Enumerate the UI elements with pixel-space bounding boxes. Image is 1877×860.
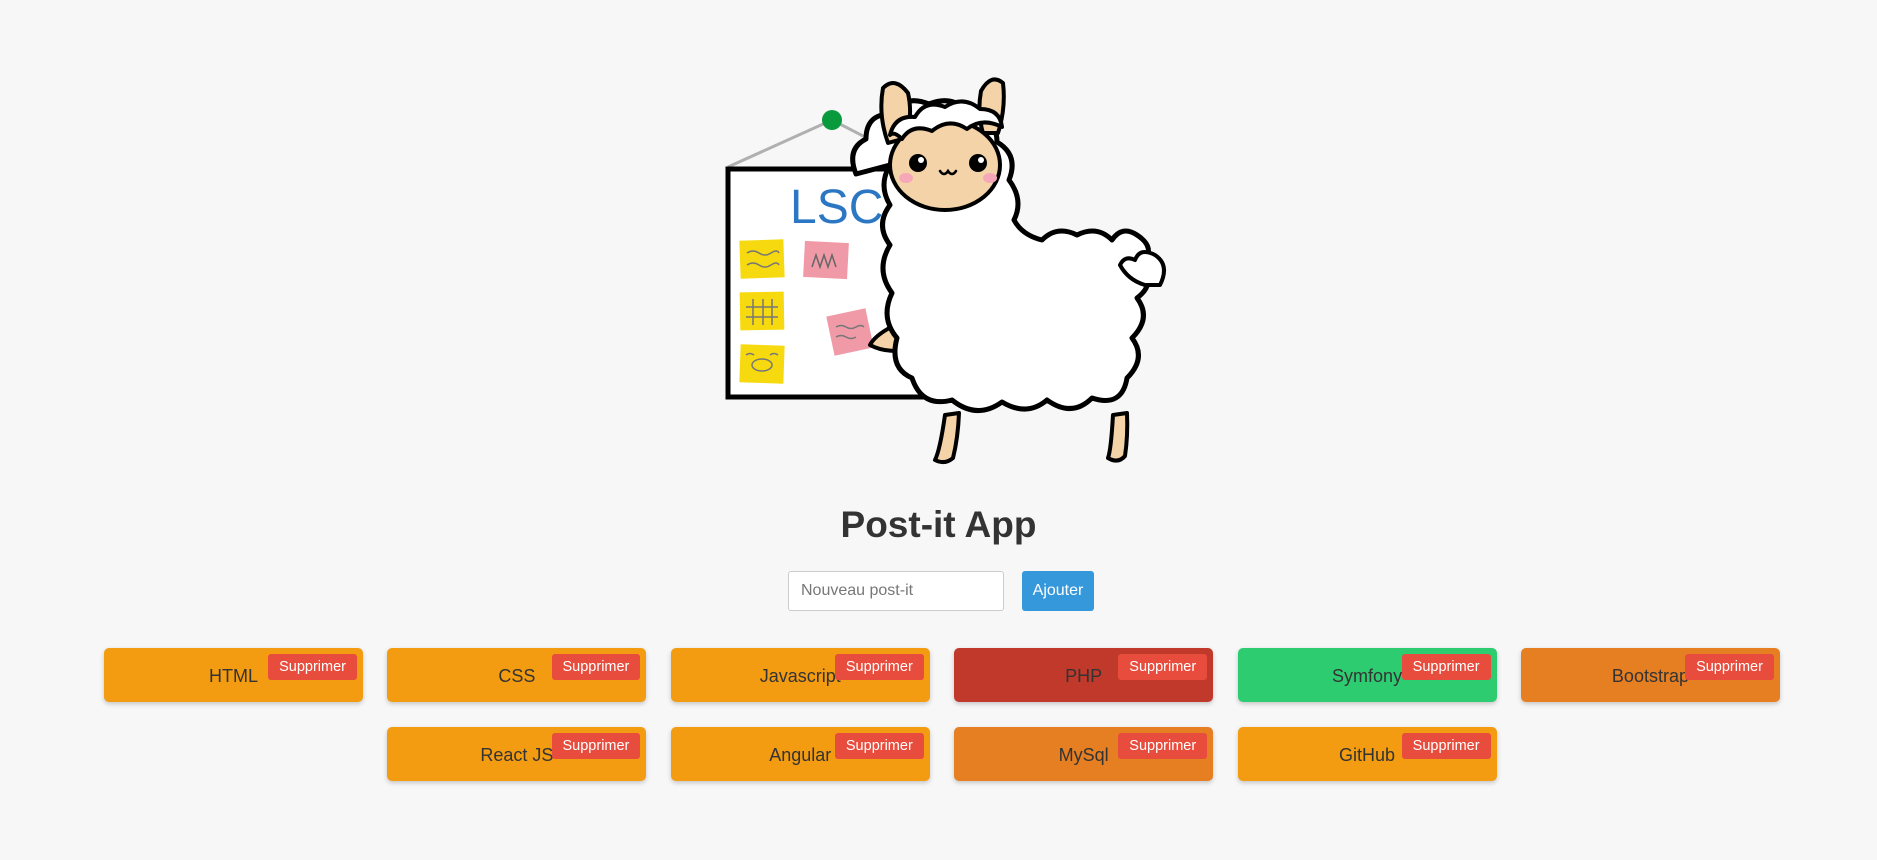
postit-label: Symfony bbox=[1332, 665, 1403, 686]
postit-label: HTML bbox=[209, 665, 258, 686]
add-postit-form: Ajouter bbox=[788, 571, 1094, 611]
postit-card: HTML Supprimer bbox=[104, 648, 363, 702]
delete-button[interactable]: Supprimer bbox=[834, 654, 924, 680]
page-title: Post-it App bbox=[840, 504, 1037, 545]
postit-label: MySql bbox=[1058, 744, 1109, 765]
delete-button[interactable]: Supprimer bbox=[1685, 654, 1774, 680]
sticky-note-icon bbox=[739, 239, 785, 279]
sticky-note-icon bbox=[803, 240, 849, 280]
postit-card: GitHub Supprimer bbox=[1237, 727, 1497, 781]
add-button[interactable]: Ajouter bbox=[1022, 571, 1094, 611]
postit-card: CSS Supprimer bbox=[387, 648, 647, 702]
delete-button[interactable]: Supprimer bbox=[1118, 654, 1208, 680]
delete-button[interactable]: Supprimer bbox=[551, 654, 641, 680]
postit-card: Angular Supprimer bbox=[670, 727, 930, 781]
postit-label: GitHub bbox=[1339, 744, 1396, 765]
postit-card: PHP Supprimer bbox=[954, 648, 1214, 702]
delete-button[interactable]: Supprimer bbox=[1118, 733, 1208, 759]
postit-card: React JS Supprimer bbox=[387, 727, 647, 781]
sticky-note-icon bbox=[826, 308, 874, 356]
page: LSC Post-it App Nouveau post-it Ajouter … bbox=[0, 0, 1877, 860]
sticky-note-icon bbox=[739, 344, 785, 384]
postit-grid: HTML Supprimer CSS Supprimer Javascript Suppr… bbox=[104, 648, 1780, 781]
delete-button[interactable]: Supprimer bbox=[834, 733, 924, 759]
postit-card: MySql Supprimer bbox=[954, 727, 1214, 781]
delete-button[interactable]: Supprimer bbox=[551, 733, 641, 759]
delete-button[interactable]: Supprimer bbox=[1401, 733, 1491, 759]
postit-label: Javascript bbox=[759, 665, 841, 686]
delete-button[interactable]: Supprimer bbox=[268, 654, 357, 680]
new-postit-input[interactable] bbox=[788, 571, 1004, 611]
postit-card: Symfony Supprimer bbox=[1237, 648, 1497, 702]
postit-card: Javascript Supprimer bbox=[670, 648, 930, 702]
postit-label: React JS bbox=[480, 744, 554, 765]
whiteboard-text: LSC bbox=[790, 181, 883, 234]
postit-label: Bootstrap bbox=[1611, 665, 1689, 686]
postit-label: Angular bbox=[769, 744, 832, 765]
postit-label: PHP bbox=[1065, 665, 1103, 686]
llama-whiteboard-illustration: LSC bbox=[720, 55, 1170, 475]
sticky-note-icon bbox=[739, 291, 785, 331]
delete-button[interactable]: Supprimer bbox=[1401, 654, 1491, 680]
postit-card: Bootstrap Supprimer bbox=[1520, 648, 1780, 702]
postit-label: CSS bbox=[498, 665, 536, 686]
